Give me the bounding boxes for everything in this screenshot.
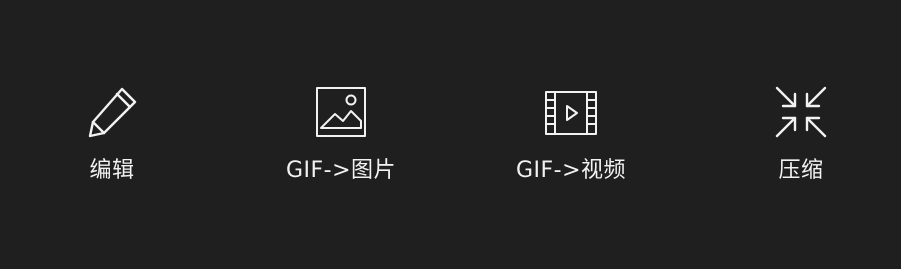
gif-to-video-label: GIF->视频 [515,158,627,183]
compress-icon [773,84,829,140]
edit-label: 编辑 [89,158,135,183]
edit-button[interactable]: 编辑 [27,84,197,194]
image-icon [313,84,369,140]
compress-button[interactable]: 压缩 [716,84,886,194]
gif-to-image-label: GIF->图片 [285,158,397,183]
gif-to-video-button[interactable]: GIF->视频 [486,84,656,194]
pencil-icon [84,84,140,140]
tool-toolbar: 编辑 GIF->图片 GIF->视频 压缩 [0,0,901,269]
video-icon [543,84,599,140]
compress-label: 压缩 [778,158,824,183]
gif-to-image-button[interactable]: GIF->图片 [256,84,426,194]
